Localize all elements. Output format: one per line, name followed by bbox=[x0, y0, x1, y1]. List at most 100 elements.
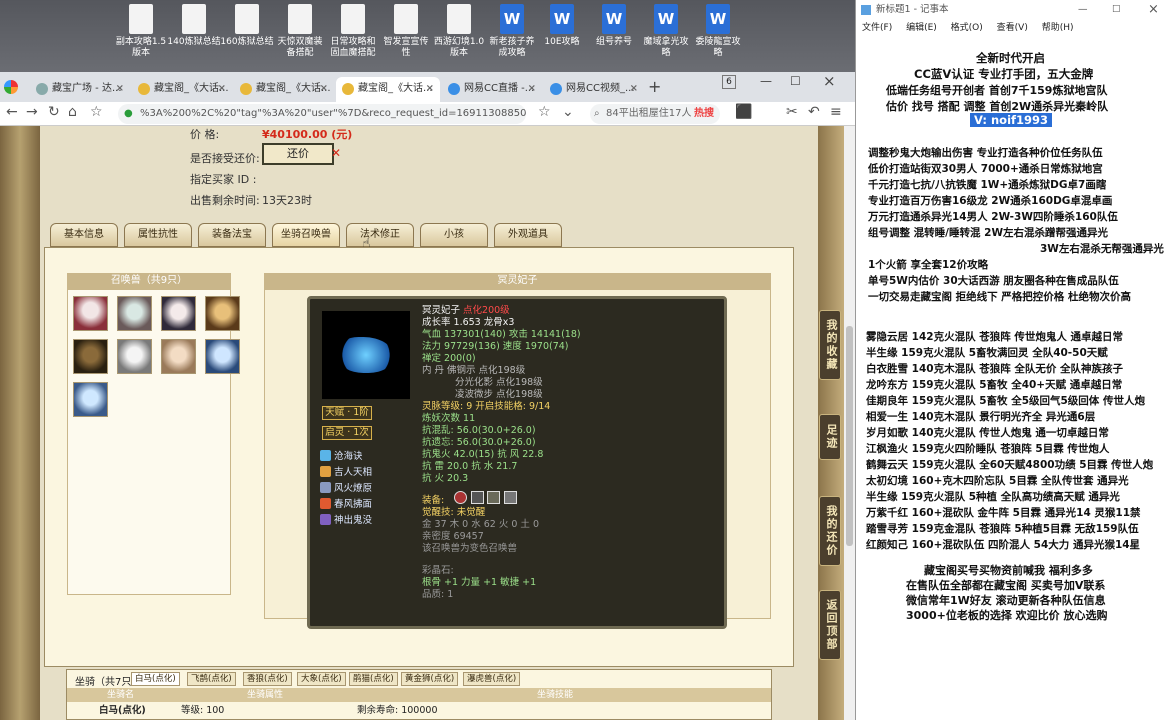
notepad-menu-bar: 文件(F) 编辑(E) 格式(O) 查看(V) 帮助(H) bbox=[856, 20, 1174, 36]
desktop-file-icon[interactable]: 140炼狱总结 bbox=[166, 4, 222, 48]
desktop-word-icon[interactable]: W 组号养号 bbox=[586, 4, 642, 48]
close-window-button[interactable]: × bbox=[823, 72, 836, 90]
reload-icon[interactable]: ↻ bbox=[48, 104, 60, 120]
tab-equipment[interactable]: 装备法宝 bbox=[198, 223, 266, 247]
forward-icon[interactable]: → bbox=[26, 104, 38, 120]
pet-thumbnail[interactable] bbox=[161, 339, 196, 374]
equipment-charm-icon[interactable] bbox=[503, 491, 517, 504]
mount-tab[interactable]: 白马(点化) bbox=[131, 672, 180, 686]
pet-skill[interactable]: 风火燎原 bbox=[320, 480, 372, 494]
pet-thumbnail[interactable] bbox=[205, 296, 240, 331]
talent-badge[interactable]: 天赋 · 1阶 bbox=[322, 406, 372, 420]
desktop-word-icon[interactable]: W 10E攻略 bbox=[534, 4, 590, 48]
desktop-file-icon[interactable]: 副本攻略1.5 版本 bbox=[113, 4, 169, 59]
pet-thumbnail[interactable] bbox=[117, 296, 152, 331]
close-icon[interactable]: × bbox=[116, 77, 124, 101]
pet-thumbnail[interactable] bbox=[117, 339, 152, 374]
desktop-word-icon[interactable]: W 魔域拿光攻 略 bbox=[638, 4, 694, 59]
mount-tab[interactable]: 黄金狮(点化) bbox=[401, 672, 459, 686]
my-favorites-button[interactable]: 我的收藏 bbox=[819, 310, 841, 380]
browser-tab[interactable]: 藏宝阁_《大话... × bbox=[132, 77, 232, 102]
close-icon[interactable]: × bbox=[218, 77, 226, 101]
browser-tab-active[interactable]: 藏宝阁_《大话... × bbox=[336, 77, 440, 102]
pet-gem-label: 彩晶石: bbox=[422, 565, 454, 576]
desktop-word-icon[interactable]: W 新老孩子养 成攻略 bbox=[484, 4, 540, 59]
dropdown-icon[interactable]: ⌄ bbox=[562, 104, 574, 120]
browser-tab[interactable]: 网易CC视频_... × bbox=[544, 77, 644, 102]
undo-icon[interactable]: ↶ bbox=[808, 104, 820, 120]
mount-tab[interactable]: 香狼(点化) bbox=[243, 672, 292, 686]
desktop-file-icon[interactable]: 智发宣宣传 性 bbox=[378, 4, 434, 59]
menu-icon[interactable]: ≡ bbox=[830, 104, 842, 120]
tab-appearance[interactable]: 外观道具 bbox=[494, 223, 562, 247]
close-icon[interactable]: ✕ bbox=[331, 146, 341, 160]
pet-thumbnail-selected[interactable] bbox=[73, 382, 108, 417]
skill-icon bbox=[320, 450, 331, 461]
desktop-icon-label: 10E攻略 bbox=[544, 37, 580, 47]
menu-edit[interactable]: 编辑(E) bbox=[906, 23, 937, 33]
pet-skill[interactable]: 春风拂面 bbox=[320, 496, 372, 510]
minimize-button[interactable]: — bbox=[1078, 0, 1088, 20]
close-icon[interactable]: × bbox=[528, 77, 536, 101]
tab-count-badge[interactable]: 6 bbox=[722, 75, 736, 89]
tab-basic-info[interactable]: 基本信息 bbox=[50, 223, 118, 247]
pet-skill[interactable]: 吉人天相 bbox=[320, 464, 372, 478]
desktop-word-icon[interactable]: W 委陵龍宣攻 略 bbox=[690, 4, 746, 59]
extension-icon[interactable]: ⬛ bbox=[735, 104, 752, 120]
tab-spell-correction[interactable]: 法术修正 bbox=[346, 223, 414, 247]
mount-tab[interactable]: 大象(点化) bbox=[297, 672, 346, 686]
counter-offer-button[interactable]: 还价 bbox=[262, 143, 334, 165]
spirit-badge[interactable]: 启灵 · 1次 bbox=[322, 426, 372, 440]
notepad-line: 一切交易走藏宝阁 拒绝线下 严格把控价格 杜绝物次价高 bbox=[868, 291, 1131, 303]
back-icon[interactable]: ← bbox=[6, 104, 18, 120]
scrollbar[interactable] bbox=[844, 126, 855, 720]
search-field[interactable]: ⌕ 84平出租屋住17人 热搜 bbox=[590, 104, 720, 124]
mount-tab[interactable]: 飞鹊(点化) bbox=[187, 672, 236, 686]
tab-attributes[interactable]: 属性抗性 bbox=[124, 223, 192, 247]
url-field[interactable]: ● %3A%200%2C%20"tag"%3A%20"user"%7D&reco_… bbox=[118, 104, 526, 124]
scrollbar-thumb[interactable] bbox=[846, 326, 853, 546]
menu-view[interactable]: 查看(V) bbox=[997, 23, 1028, 33]
desktop-file-icon[interactable]: 西游幻境1.0 版本 bbox=[431, 4, 487, 59]
desktop-file-icon[interactable]: 日常攻略和 固血魔搭配 bbox=[325, 4, 381, 59]
browser-tab[interactable]: 网易CC直播 -... × bbox=[442, 77, 542, 102]
menu-file[interactable]: 文件(F) bbox=[862, 23, 892, 33]
mount-tab[interactable]: 瀑虎兽(点化) bbox=[463, 672, 521, 686]
close-icon[interactable]: × bbox=[426, 77, 434, 101]
my-counter-offers-button[interactable]: 我的还价 bbox=[819, 496, 841, 566]
desktop-file-icon[interactable]: 160炼狱总结 bbox=[219, 4, 275, 48]
desktop-file-icon[interactable]: 天惊双魔装 备搭配 bbox=[272, 4, 328, 59]
pet-skill[interactable]: 沧海诀 bbox=[320, 448, 363, 462]
mount-tab[interactable]: 鹃猫(点化) bbox=[349, 672, 398, 686]
pet-thumbnail[interactable] bbox=[73, 296, 108, 331]
new-tab-button[interactable]: + bbox=[648, 77, 661, 96]
tab-children[interactable]: 小孩 bbox=[420, 223, 488, 247]
notepad-line: 佳期良年 159克火混队 5畜牧 全5级回气5级回体 传世人炮 bbox=[866, 395, 1145, 407]
equipment-ring-icon[interactable] bbox=[454, 491, 467, 504]
bookmark-star-icon[interactable]: ☆ bbox=[538, 104, 551, 120]
equipment-necklace-icon[interactable] bbox=[487, 491, 500, 504]
back-to-top-button[interactable]: 返回顶部 bbox=[819, 590, 841, 660]
menu-help[interactable]: 帮助(H) bbox=[1042, 23, 1074, 33]
equipment-armor-icon[interactable] bbox=[470, 491, 484, 504]
close-window-button[interactable]: × bbox=[1148, 0, 1159, 20]
notepad-line: 估价 找号 搭配 调整 首创2W通杀异光秦岭队 bbox=[886, 100, 1109, 113]
home-icon[interactable]: ⌂ bbox=[68, 104, 77, 120]
maximize-button[interactable]: ☐ bbox=[790, 74, 801, 88]
browser-tab[interactable]: 藏宝广场 - 达... × bbox=[30, 77, 130, 102]
pet-thumbnail[interactable] bbox=[205, 339, 240, 374]
footprints-button[interactable]: 足迹 bbox=[819, 414, 841, 460]
scissors-icon[interactable]: ✂ bbox=[786, 104, 798, 120]
pet-thumbnail[interactable] bbox=[73, 339, 108, 374]
browser-logo-icon[interactable] bbox=[4, 80, 18, 94]
menu-format[interactable]: 格式(O) bbox=[951, 23, 983, 33]
close-icon[interactable]: × bbox=[630, 77, 638, 101]
maximize-button[interactable]: ☐ bbox=[1112, 0, 1121, 20]
pet-skill[interactable]: 神出鬼没 bbox=[320, 512, 372, 526]
browser-tab[interactable]: 藏宝阁_《大话... × bbox=[234, 77, 334, 102]
minimize-button[interactable]: — bbox=[760, 74, 772, 88]
pet-thumbnail[interactable] bbox=[161, 296, 196, 331]
close-icon[interactable]: × bbox=[320, 77, 328, 101]
tab-mounts-pets[interactable]: 坐骑召唤兽 bbox=[272, 223, 340, 247]
star-icon[interactable]: ☆ bbox=[90, 104, 103, 120]
